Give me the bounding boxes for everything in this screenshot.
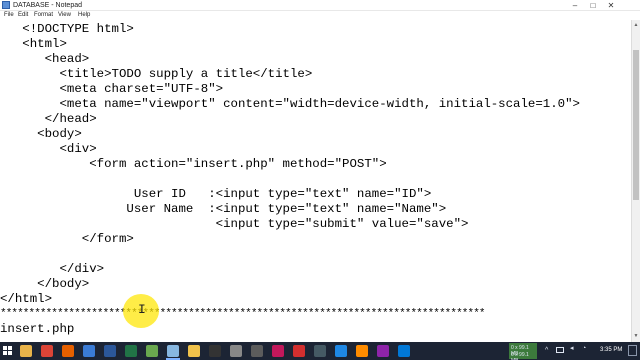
- editor-line-21: insert.php: [0, 322, 75, 336]
- calculator-icon[interactable]: [251, 345, 263, 357]
- store-icon[interactable]: [335, 345, 347, 357]
- paint-icon[interactable]: [272, 345, 284, 357]
- editor-line-14: <input type="submit" value="save">: [0, 217, 469, 231]
- editor-line-20: ****************************************…: [0, 308, 485, 320]
- menu-view[interactable]: View: [58, 11, 71, 20]
- vlc-icon[interactable]: [356, 345, 368, 357]
- chrome-icon[interactable]: [41, 345, 53, 357]
- editor-line-4: <title>TODO supply a title</title>: [0, 67, 313, 81]
- editor-line-3: <head>: [0, 52, 90, 66]
- tray-network-monitor: 0 x 99.1 MB 0 x 99.1 MB: [509, 343, 537, 360]
- notepad-icon[interactable]: [167, 345, 179, 357]
- taskbar-clock[interactable]: 3:35 PM: [600, 346, 622, 354]
- battery-icon[interactable]: [556, 347, 564, 353]
- netbeans-icon[interactable]: [146, 345, 158, 357]
- editor-line-1: <!DOCTYPE html>: [0, 22, 134, 36]
- windows-start-icon[interactable]: [3, 346, 13, 356]
- tray-download-text: 0 x 99.1 MB: [511, 352, 529, 360]
- tray-chevron-icon[interactable]: ^: [545, 347, 548, 354]
- settings-icon[interactable]: [230, 345, 242, 357]
- editor-line-2: <html>: [0, 37, 67, 51]
- editor-line-19: </html>: [0, 292, 53, 306]
- editor-line-17: </div>: [0, 262, 105, 276]
- window-title: DATABASE - Notepad: [13, 2, 82, 9]
- file-explorer-icon[interactable]: [20, 345, 32, 357]
- editor-line-13: User Name :<input type="text" name="Name…: [0, 202, 447, 216]
- title-bar: DATABASE - Notepad – □ ✕: [0, 0, 640, 11]
- editor-line-18: </body>: [0, 277, 90, 291]
- network-icon[interactable]: ◔: [582, 345, 586, 352]
- ibeam-cursor-icon: I: [138, 302, 146, 317]
- camera-icon[interactable]: [314, 345, 326, 357]
- terminal-icon[interactable]: [209, 345, 221, 357]
- minimize-button[interactable]: –: [568, 0, 582, 11]
- menu-edit[interactable]: Edit: [18, 11, 28, 20]
- menu-help[interactable]: Help: [78, 11, 90, 20]
- scroll-down-arrow-icon[interactable]: ▼: [632, 332, 640, 340]
- editor-line-8: <body>: [0, 127, 82, 141]
- editor-line-9: <div>: [0, 142, 97, 156]
- recorder-icon[interactable]: [293, 345, 305, 357]
- editor-line-6: <meta name="viewport" content="width=dev…: [0, 97, 580, 111]
- mail-icon[interactable]: [398, 345, 410, 357]
- maximize-button[interactable]: □: [586, 0, 600, 11]
- word-icon[interactable]: [104, 345, 116, 357]
- editor-line-12: User ID :<input type="text" name="ID">: [0, 187, 432, 201]
- close-button[interactable]: ✕: [604, 0, 618, 11]
- editor-line-15: </form>: [0, 232, 134, 246]
- editor-line-7: </head>: [0, 112, 97, 126]
- scrollbar-thumb[interactable]: [633, 50, 639, 200]
- folder-icon[interactable]: [188, 345, 200, 357]
- menu-bar: File Edit Format View Help: [0, 11, 640, 20]
- firefox-icon[interactable]: [62, 345, 74, 357]
- menu-format[interactable]: Format: [34, 11, 53, 20]
- editor-line-5: <meta charset="UTF-8">: [0, 82, 224, 96]
- editor-line-10: <form action="insert.php" method="POST">: [0, 157, 387, 171]
- notepad-icon: [2, 1, 10, 9]
- media-player-icon[interactable]: [83, 345, 95, 357]
- photos-icon[interactable]: [377, 345, 389, 357]
- text-editor[interactable]: <!DOCTYPE html> <html> <head> <title>TOD…: [0, 20, 631, 342]
- notifications-icon[interactable]: [628, 345, 637, 356]
- scroll-up-arrow-icon[interactable]: ▲: [632, 21, 640, 29]
- excel-icon[interactable]: [125, 345, 137, 357]
- volume-icon[interactable]: ◂: [570, 345, 574, 352]
- vertical-scrollbar[interactable]: ▲ ▼: [631, 20, 640, 342]
- menu-file[interactable]: File: [4, 11, 14, 20]
